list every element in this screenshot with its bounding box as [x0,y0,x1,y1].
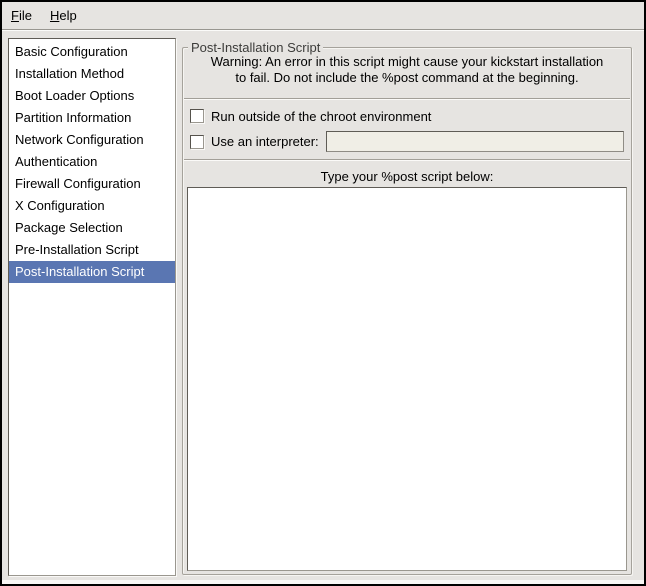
sidebar-item-boot-loader-options[interactable]: Boot Loader Options [9,85,175,107]
sidebar-item-partition-information[interactable]: Partition Information [9,107,175,129]
warning-text: Warning: An error in this script might c… [183,54,631,86]
sidebar-item-basic-configuration[interactable]: Basic Configuration [9,41,175,63]
run-outside-chroot-label[interactable]: Run outside of the chroot environment [211,109,431,124]
post-installation-script-frame: Post-Installation Script Warning: An err… [182,47,632,575]
menu-help-label: Help [50,2,77,30]
use-interpreter-label[interactable]: Use an interpreter: [211,134,319,149]
menu-help[interactable]: Help [41,2,86,29]
interpreter-entry[interactable] [326,131,624,152]
post-script-textarea[interactable] [187,187,627,571]
menubar: File Help [2,2,644,30]
sidebar-item-firewall-configuration[interactable]: Firewall Configuration [9,173,175,195]
use-interpreter-checkbox[interactable] [190,135,204,149]
menu-file-label: File [11,2,32,30]
sidebar-item-package-selection[interactable]: Package Selection [9,217,175,239]
sidebar-item-installation-method[interactable]: Installation Method [9,63,175,85]
frame-title: Post-Installation Script [188,40,323,55]
sidebar-item-x-configuration[interactable]: X Configuration [9,195,175,217]
warning-line-1: Warning: An error in this script might c… [183,54,631,70]
separator [184,98,630,100]
warning-line-2: to fail. Do not include the %post comman… [183,70,631,86]
menu-file[interactable]: File [2,2,41,29]
sidebar-item-post-installation-script[interactable]: Post-Installation Script [9,261,175,283]
sidebar-item-pre-installation-script[interactable]: Pre-Installation Script [9,239,175,261]
window-bottom-highlight [2,580,644,584]
run-outside-chroot-checkbox[interactable] [190,109,204,123]
script-prompt-label: Type your %post script below: [183,169,631,184]
use-interpreter-row: Use an interpreter: [190,131,624,152]
sidebar-item-authentication[interactable]: Authentication [9,151,175,173]
kickstart-configurator-window: File Help Basic Configuration Installati… [0,0,646,586]
sidebar-item-network-configuration[interactable]: Network Configuration [9,129,175,151]
separator [184,159,630,161]
category-list: Basic Configuration Installation Method … [8,38,176,576]
run-outside-chroot-row: Run outside of the chroot environment [190,106,624,126]
